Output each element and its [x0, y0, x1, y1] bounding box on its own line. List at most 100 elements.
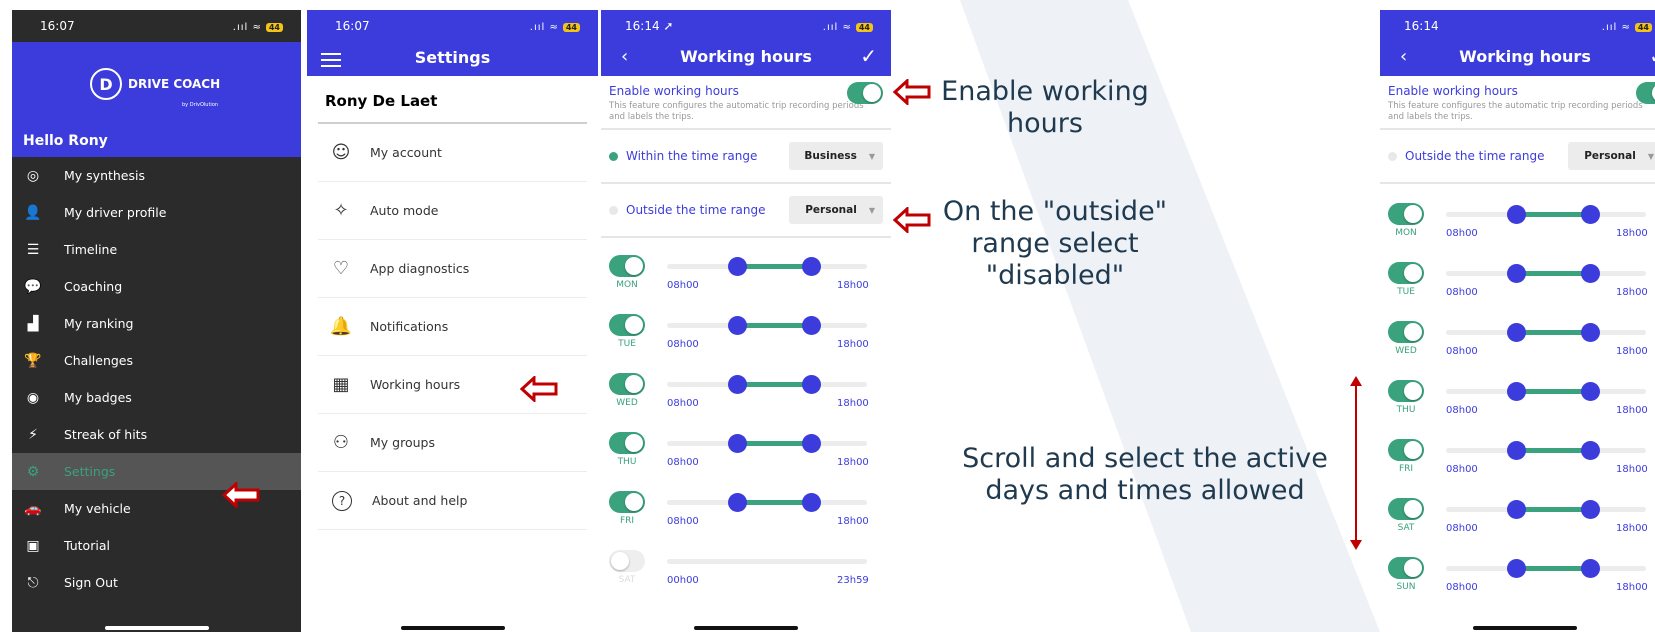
menu-item-coaching[interactable]: 💬 Coaching: [12, 268, 301, 305]
time-range-slider[interactable]: [1446, 382, 1646, 401]
slider-start-handle[interactable]: [1507, 382, 1526, 401]
slider-end-handle[interactable]: [1581, 382, 1600, 401]
enable-description: This feature configures the automatic tr…: [609, 101, 864, 122]
slider-start-handle[interactable]: [728, 434, 747, 453]
slider-start-handle[interactable]: [1507, 323, 1526, 342]
time-range-slider[interactable]: [1446, 205, 1646, 224]
day-toggle[interactable]: [1388, 321, 1424, 343]
menu-item-streak-of-hits[interactable]: ⚡ Streak of hits: [12, 416, 301, 453]
day-toggle[interactable]: [609, 373, 645, 395]
day-toggle[interactable]: [609, 550, 645, 572]
slider-start-handle[interactable]: [728, 375, 747, 394]
slider-start-handle[interactable]: [1507, 500, 1526, 519]
day-label: THU: [617, 457, 637, 467]
slider-start-handle[interactable]: [728, 316, 747, 335]
menu-item-challenges[interactable]: 🏆 Challenges: [12, 342, 301, 379]
radio-dot-icon[interactable]: [1388, 151, 1397, 161]
settings-item-app-diagnostics[interactable]: ♡ App diagnostics: [318, 240, 587, 298]
time-range-slider[interactable]: [667, 493, 867, 512]
pointer-arrow-icon: [893, 207, 931, 233]
day-toggle[interactable]: [1388, 380, 1424, 402]
slider-start-handle[interactable]: [728, 493, 747, 512]
slider-start-handle[interactable]: [1507, 559, 1526, 578]
menu-item-label: Settings: [64, 464, 116, 479]
settings-item-my-groups[interactable]: ⚇ My groups: [318, 414, 587, 472]
slider-start-handle[interactable]: [1507, 441, 1526, 460]
day-toggle[interactable]: [1388, 439, 1424, 461]
slider-end-handle[interactable]: [1581, 323, 1600, 342]
day-toggle[interactable]: [609, 255, 645, 277]
slider-end-handle[interactable]: [1581, 264, 1600, 283]
time-range-slider[interactable]: [1446, 559, 1646, 578]
slider-end-handle[interactable]: [802, 257, 821, 276]
day-toggle[interactable]: [1388, 498, 1424, 520]
time-range-slider[interactable]: [667, 434, 867, 453]
settings-item-my-account[interactable]: ☺ My account: [318, 124, 587, 182]
day-toggle[interactable]: [1388, 557, 1424, 579]
menu-item-my-synthesis[interactable]: ◎ My synthesis: [12, 157, 301, 194]
time-range-slider[interactable]: [667, 257, 867, 276]
logo-mark: D: [90, 68, 122, 100]
slider-end-handle[interactable]: [802, 375, 821, 394]
day-toggle[interactable]: [1388, 203, 1424, 225]
status-icons: .ııl ≈44: [1602, 19, 1652, 33]
outside-range-select[interactable]: Personal ▼: [789, 196, 883, 224]
enable-toggle[interactable]: [847, 82, 883, 104]
status-time: 16:07: [335, 19, 370, 33]
battery-icon: 44: [562, 23, 580, 32]
menu-item-timeline[interactable]: ☰ Timeline: [12, 231, 301, 268]
magic-wand-icon: ✧: [333, 200, 349, 221]
slider-end-handle[interactable]: [802, 434, 821, 453]
home-indicator: [400, 626, 505, 630]
day-label: TUE: [1397, 287, 1415, 297]
time-range-slider[interactable]: [667, 316, 867, 335]
time-range-slider[interactable]: [1446, 500, 1646, 519]
group-icon: ⚇: [332, 432, 350, 453]
menu-item-my-ranking[interactable]: ▟ My ranking: [12, 305, 301, 342]
slider-end-handle[interactable]: [1581, 500, 1600, 519]
time-range-slider[interactable]: [1446, 264, 1646, 283]
day-toggle[interactable]: [609, 432, 645, 454]
time-range-slider[interactable]: [1446, 323, 1646, 342]
radio-dot-icon[interactable]: [609, 151, 618, 161]
slider-end-handle[interactable]: [1581, 441, 1600, 460]
slider-end-handle[interactable]: [802, 316, 821, 335]
status-bar: 16:14 ➚ .ııl ≈44: [601, 10, 891, 42]
outside-range-row: Outside the time range Personal ▼: [1380, 130, 1655, 184]
menu-item-tutorial[interactable]: ▣ Tutorial: [12, 527, 301, 564]
day-toggle[interactable]: [609, 491, 645, 513]
slider-start-handle[interactable]: [728, 257, 747, 276]
settings-item-notifications[interactable]: 🔔 Notifications: [318, 298, 587, 356]
settings-item-label: My groups: [370, 435, 435, 450]
start-time: 08h00: [1446, 464, 1478, 475]
check-icon[interactable]: ✓: [1649, 44, 1655, 68]
slider-fill: [1516, 271, 1590, 276]
menu-item-my-badges[interactable]: ◉ My badges: [12, 379, 301, 416]
day-toggle[interactable]: [1388, 262, 1424, 284]
time-range-slider[interactable]: [667, 375, 867, 394]
status-time: 16:14 ➚: [625, 19, 674, 33]
within-range-select[interactable]: Business ▼: [789, 142, 883, 170]
slider-start-handle[interactable]: [1507, 205, 1526, 224]
slider-end-handle[interactable]: [1581, 205, 1600, 224]
check-icon[interactable]: ✓: [860, 44, 877, 68]
outside-range-select[interactable]: Personal ▼: [1568, 142, 1655, 170]
day-toggle[interactable]: [609, 314, 645, 336]
slider-end-handle[interactable]: [1581, 559, 1600, 578]
battery-icon: 44: [1634, 23, 1652, 32]
annotation-outside: On the "outside" range select "disabled": [942, 196, 1168, 291]
settings-item-about-and-help[interactable]: ? About and help: [318, 472, 587, 530]
enable-toggle[interactable]: [1636, 82, 1655, 104]
menu-item-sign-out[interactable]: ⎋ Sign Out: [12, 564, 301, 601]
slider-start-handle[interactable]: [1507, 264, 1526, 283]
status-time: 16:14: [1404, 19, 1439, 33]
radio-dot-icon[interactable]: [609, 205, 618, 215]
slider-end-handle[interactable]: [802, 493, 821, 512]
home-indicator: [104, 626, 209, 630]
settings-item-auto-mode[interactable]: ✧ Auto mode: [318, 182, 587, 240]
time-range-slider[interactable]: [667, 559, 867, 564]
time-range-slider[interactable]: [1446, 441, 1646, 460]
end-time: 18h00: [1616, 523, 1648, 534]
speedometer-icon: ◎: [26, 167, 40, 184]
menu-item-my-driver-profile[interactable]: 👤 My driver profile: [12, 194, 301, 231]
